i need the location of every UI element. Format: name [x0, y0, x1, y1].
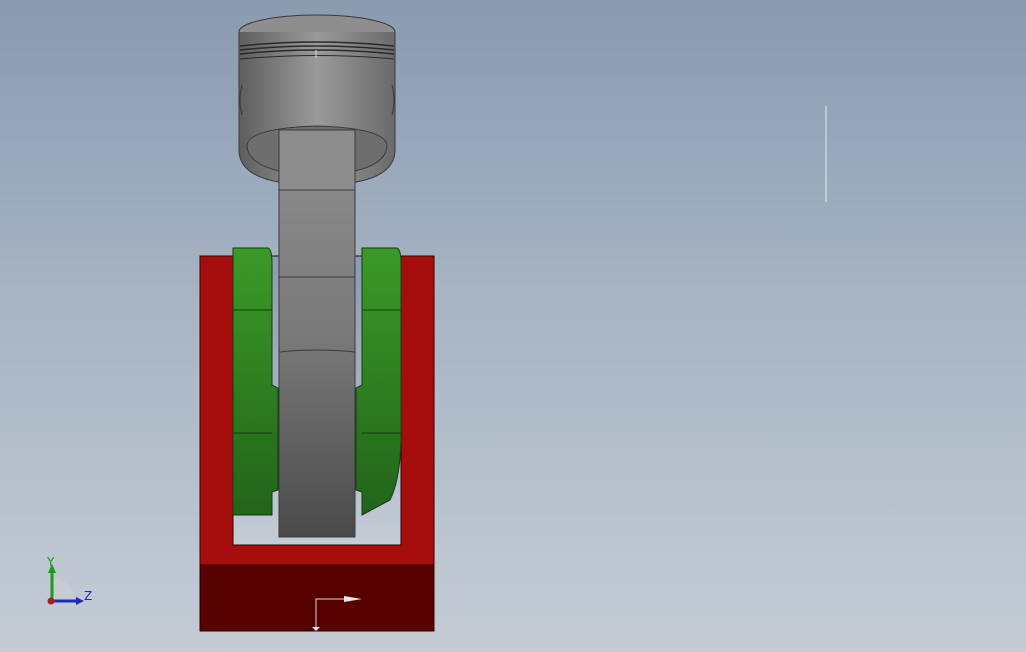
triad-plane-icon [52, 578, 74, 601]
crank-web-left[interactable] [232, 247, 279, 516]
connecting-rod-upper[interactable] [278, 129, 356, 191]
view-triad[interactable]: Y Z [46, 555, 92, 605]
triad-z-label: Z [84, 589, 92, 603]
cad-viewport[interactable]: Y Z [0, 0, 1026, 652]
connecting-rod[interactable] [278, 129, 356, 538]
model-scene[interactable]: Y Z [0, 0, 1026, 652]
crank-web-right[interactable] [355, 247, 402, 516]
triad-y-label: Y [46, 555, 55, 569]
x-axis-icon [47, 597, 55, 605]
base-block[interactable] [199, 564, 435, 632]
